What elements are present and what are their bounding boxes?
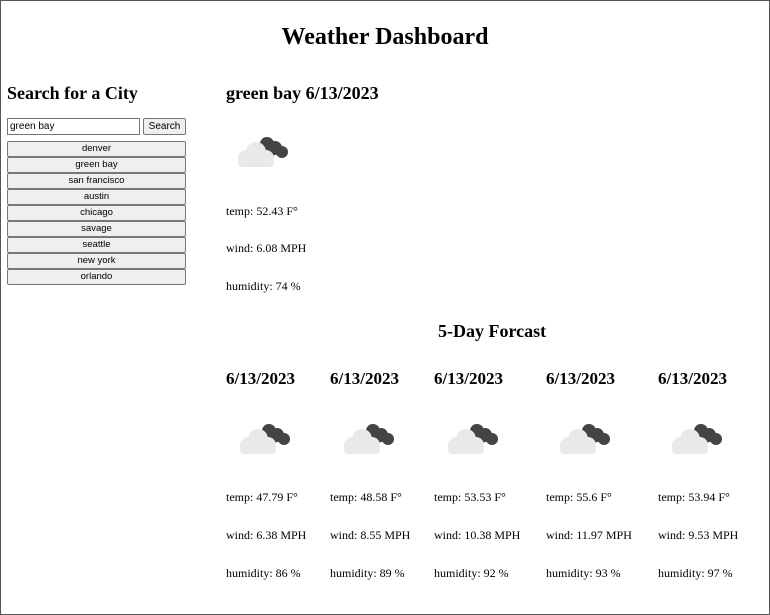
forecast-wind: wind: 9.53 MPH bbox=[658, 528, 739, 542]
current-temp: temp: 52.43 F° bbox=[226, 204, 298, 218]
search-sidebar: Search for a City Search denver green ba… bbox=[7, 82, 187, 285]
search-button[interactable]: Search bbox=[143, 118, 186, 135]
forecast-date: 6/13/2023 bbox=[330, 369, 399, 388]
forecast-temp: temp: 53.94 F° bbox=[658, 490, 730, 504]
cloud-icon bbox=[444, 421, 500, 457]
current-weather: green bay 6/13/2023 temp: 52.43 F° wind:… bbox=[226, 82, 379, 293]
cloud-icon bbox=[668, 421, 724, 457]
forecast-date: 6/13/2023 bbox=[226, 369, 295, 388]
search-heading: Search for a City bbox=[7, 83, 138, 103]
forecast-humidity: humidity: 86 % bbox=[226, 566, 301, 580]
city-search-input[interactable] bbox=[7, 118, 140, 135]
forecast-temp: temp: 48.58 F° bbox=[330, 490, 402, 504]
forecast-wind: wind: 6.38 MPH bbox=[226, 528, 307, 542]
forecast-wind: wind: 11.97 MPH bbox=[546, 528, 632, 542]
history-button-savage[interactable]: savage bbox=[7, 221, 186, 237]
history-button-austin[interactable]: austin bbox=[7, 189, 186, 205]
cloud-icon bbox=[556, 421, 612, 457]
history-button-san-francisco[interactable]: san francisco bbox=[7, 173, 186, 189]
forecast-humidity: humidity: 92 % bbox=[434, 566, 509, 580]
cloud-icon bbox=[234, 134, 290, 170]
forecast-wind: wind: 8.55 MPH bbox=[330, 528, 411, 542]
current-humidity: humidity: 74 % bbox=[226, 279, 301, 293]
search-history: denver green bay san francisco austin ch… bbox=[7, 141, 187, 285]
forecast-humidity: humidity: 97 % bbox=[658, 566, 733, 580]
page-title: Weather Dashboard bbox=[281, 24, 489, 50]
history-button-green-bay[interactable]: green bay bbox=[7, 157, 186, 173]
forecast-day-5: 6/13/2023 temp: 53.94 F° wind: 9.53 MPH … bbox=[658, 369, 768, 580]
forecast-temp: temp: 53.53 F° bbox=[434, 490, 506, 504]
forecast-day-2: 6/13/2023 temp: 48.58 F° wind: 8.55 MPH … bbox=[330, 369, 440, 580]
forecast-day-3: 6/13/2023 temp: 53.53 F° wind: 10.38 MPH… bbox=[434, 369, 544, 580]
history-button-denver[interactable]: denver bbox=[7, 141, 186, 157]
current-heading: green bay 6/13/2023 bbox=[226, 83, 379, 103]
forecast-temp: temp: 47.79 F° bbox=[226, 490, 298, 504]
forecast-heading: 5-Day Forcast bbox=[438, 321, 547, 341]
forecast-humidity: humidity: 93 % bbox=[546, 566, 621, 580]
history-button-new-york[interactable]: new york bbox=[7, 253, 186, 269]
forecast-temp: temp: 55.6 F° bbox=[546, 490, 612, 504]
forecast-humidity: humidity: 89 % bbox=[330, 566, 405, 580]
search-form: Search bbox=[7, 118, 187, 135]
forecast-date: 6/13/2023 bbox=[434, 369, 503, 388]
current-wind: wind: 6.08 MPH bbox=[226, 241, 307, 255]
forecast-date: 6/13/2023 bbox=[546, 369, 615, 388]
history-button-orlando[interactable]: orlando bbox=[7, 269, 186, 285]
cloud-icon bbox=[340, 421, 396, 457]
forecast-day-1: 6/13/2023 temp: 47.79 F° wind: 6.38 MPH … bbox=[226, 369, 336, 580]
forecast-day-4: 6/13/2023 temp: 55.6 F° wind: 11.97 MPH … bbox=[546, 369, 656, 580]
history-button-seattle[interactable]: seattle bbox=[7, 237, 186, 253]
forecast-date: 6/13/2023 bbox=[658, 369, 727, 388]
forecast-wind: wind: 10.38 MPH bbox=[434, 528, 521, 542]
history-button-chicago[interactable]: chicago bbox=[7, 205, 186, 221]
cloud-icon bbox=[236, 421, 292, 457]
